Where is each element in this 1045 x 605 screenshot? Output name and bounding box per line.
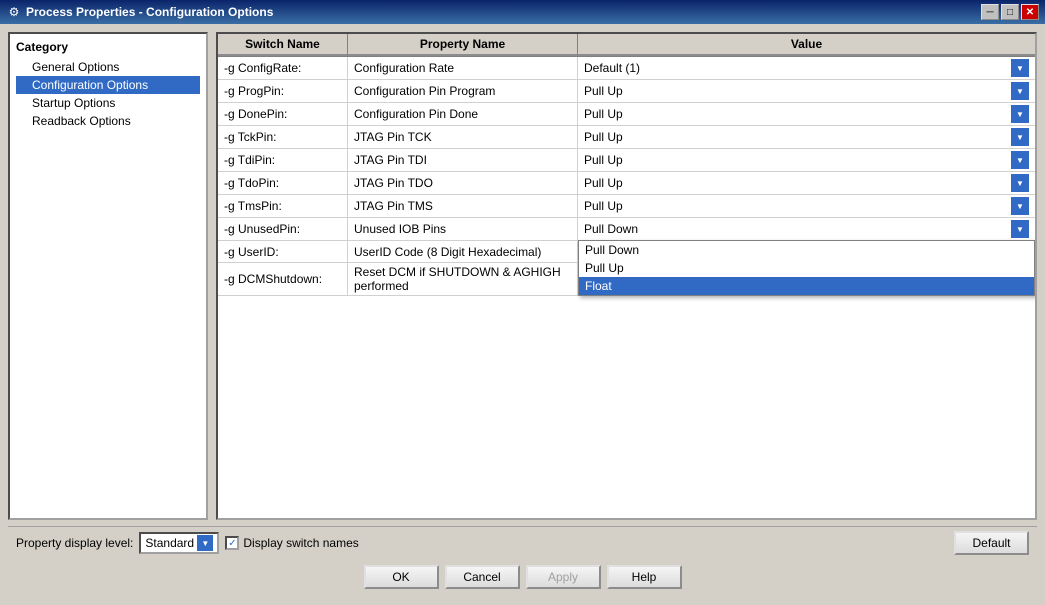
sidebar-item-general[interactable]: General Options (16, 58, 200, 76)
property-name: Configuration Pin Done (348, 103, 578, 125)
title-bar-buttons: ─ □ ✕ (981, 4, 1039, 20)
value-dropdown[interactable]: Pull Up ▼ (580, 196, 1033, 216)
window-icon: ⚙ (6, 4, 22, 20)
col-switch-name: Switch Name (218, 34, 348, 56)
value-cell[interactable]: Pull Up ▼ (578, 149, 1035, 171)
table-row: -g ConfigRate: Configuration Rate Defaul… (218, 57, 1035, 80)
level-dropdown[interactable]: Standard ▼ (139, 532, 219, 554)
property-name: UserID Code (8 Digit Hexadecimal) (348, 241, 578, 262)
dropdown-arrow-icon[interactable]: ▼ (1011, 220, 1029, 238)
value-cell[interactable]: Pull Up ▼ (578, 80, 1035, 102)
property-level-label: Property display level: (16, 536, 133, 550)
dropdown-option-float[interactable]: Float (579, 277, 1034, 295)
value-dropdown[interactable]: Pull Up ▼ (580, 127, 1033, 147)
title-text: Process Properties - Configuration Optio… (26, 5, 981, 19)
property-name: Unused IOB Pins (348, 218, 578, 240)
switch-name: -g TdiPin: (218, 149, 348, 171)
category-label: Category (16, 40, 200, 54)
property-name: JTAG Pin TDO (348, 172, 578, 194)
dropdown-arrow-icon[interactable]: ▼ (1011, 174, 1029, 192)
dropdown-arrow-icon[interactable]: ▼ (1011, 197, 1029, 215)
dropdown-popup: Pull Down Pull Up Float (578, 240, 1035, 296)
col-property-name: Property Name (348, 34, 578, 56)
window-body: Category General Options Configuration O… (0, 24, 1045, 605)
value-cell[interactable]: Pull Down ▼ Pull Down Pull Up Float (578, 218, 1035, 240)
value-cell[interactable]: Pull Up ▼ (578, 172, 1035, 194)
switch-name: -g TckPin: (218, 126, 348, 148)
display-switch-names-section: ✓ Display switch names (225, 536, 358, 550)
display-switch-names-checkbox[interactable]: ✓ (225, 536, 239, 550)
switch-name: -g UserID: (218, 241, 348, 262)
property-level-section: Property display level: Standard ▼ ✓ Dis… (16, 532, 359, 554)
value-dropdown[interactable]: Pull Up ▼ (580, 150, 1033, 170)
col-value: Value (578, 34, 1035, 56)
minimize-button[interactable]: ─ (981, 4, 999, 20)
table-row: -g TdoPin: JTAG Pin TDO Pull Up ▼ (218, 172, 1035, 195)
help-button[interactable]: Help (607, 565, 682, 589)
switch-name: -g TdoPin: (218, 172, 348, 194)
close-button[interactable]: ✕ (1021, 4, 1039, 20)
dropdown-arrow-icon[interactable]: ▼ (1011, 105, 1029, 123)
category-panel: Category General Options Configuration O… (8, 32, 208, 520)
display-switch-names-label: Display switch names (243, 536, 358, 550)
table-row: -g DonePin: Configuration Pin Done Pull … (218, 103, 1035, 126)
cancel-button[interactable]: Cancel (445, 565, 520, 589)
value-cell[interactable]: Pull Up ▼ (578, 195, 1035, 217)
sidebar-item-startup[interactable]: Startup Options (16, 94, 200, 112)
value-dropdown[interactable]: Pull Down ▼ (580, 219, 1033, 239)
switch-name: -g DonePin: (218, 103, 348, 125)
title-bar: ⚙ Process Properties - Configuration Opt… (0, 0, 1045, 24)
table-header: Switch Name Property Name Value (218, 34, 1035, 57)
value-cell[interactable]: Pull Up ▼ (578, 126, 1035, 148)
dropdown-arrow-icon[interactable]: ▼ (1011, 151, 1029, 169)
property-name: Configuration Rate (348, 57, 578, 79)
value-dropdown[interactable]: Default (1) ▼ (580, 58, 1033, 78)
maximize-button[interactable]: □ (1001, 4, 1019, 20)
property-name: Configuration Pin Program (348, 80, 578, 102)
switch-name: -g UnusedPin: (218, 218, 348, 240)
value-dropdown[interactable]: Pull Up ▼ (580, 81, 1033, 101)
dropdown-option-pullup[interactable]: Pull Up (579, 259, 1034, 277)
properties-panel: Switch Name Property Name Value -g Confi… (216, 32, 1037, 520)
apply-button[interactable]: Apply (526, 565, 601, 589)
level-dropdown-text: Standard (145, 536, 197, 550)
value-dropdown[interactable]: Pull Up ▼ (580, 104, 1033, 124)
table-body: -g ConfigRate: Configuration Rate Defaul… (218, 57, 1035, 518)
bottom-toolbar: Property display level: Standard ▼ ✓ Dis… (8, 526, 1037, 559)
main-content: Category General Options Configuration O… (8, 32, 1037, 520)
sidebar-item-configuration[interactable]: Configuration Options (16, 76, 200, 94)
table-row: -g TckPin: JTAG Pin TCK Pull Up ▼ (218, 126, 1035, 149)
dropdown-option-pulldown[interactable]: Pull Down (579, 241, 1034, 259)
ok-button[interactable]: OK (364, 565, 439, 589)
table-row: -g UnusedPin: Unused IOB Pins Pull Down … (218, 218, 1035, 241)
table-row: -g ProgPin: Configuration Pin Program Pu… (218, 80, 1035, 103)
switch-name: -g ProgPin: (218, 80, 348, 102)
switch-name: -g DCMShutdown: (218, 263, 348, 295)
value-cell[interactable]: Pull Up ▼ (578, 103, 1035, 125)
sidebar-item-readback[interactable]: Readback Options (16, 112, 200, 130)
default-button[interactable]: Default (954, 531, 1029, 555)
dropdown-arrow-icon[interactable]: ▼ (1011, 59, 1029, 77)
level-dropdown-arrow-icon[interactable]: ▼ (197, 535, 213, 551)
property-name: JTAG Pin TMS (348, 195, 578, 217)
value-cell[interactable]: Default (1) ▼ (578, 57, 1035, 79)
property-name: JTAG Pin TCK (348, 126, 578, 148)
dropdown-arrow-icon[interactable]: ▼ (1011, 128, 1029, 146)
table-row: -g TdiPin: JTAG Pin TDI Pull Up ▼ (218, 149, 1035, 172)
action-buttons: OK Cancel Apply Help (8, 559, 1037, 597)
property-name: JTAG Pin TDI (348, 149, 578, 171)
dropdown-arrow-icon[interactable]: ▼ (1011, 82, 1029, 100)
property-name: Reset DCM if SHUTDOWN & AGHIGH performed (348, 263, 578, 295)
table-row: -g TmsPin: JTAG Pin TMS Pull Up ▼ (218, 195, 1035, 218)
value-dropdown[interactable]: Pull Up ▼ (580, 173, 1033, 193)
switch-name: -g TmsPin: (218, 195, 348, 217)
switch-name: -g ConfigRate: (218, 57, 348, 79)
